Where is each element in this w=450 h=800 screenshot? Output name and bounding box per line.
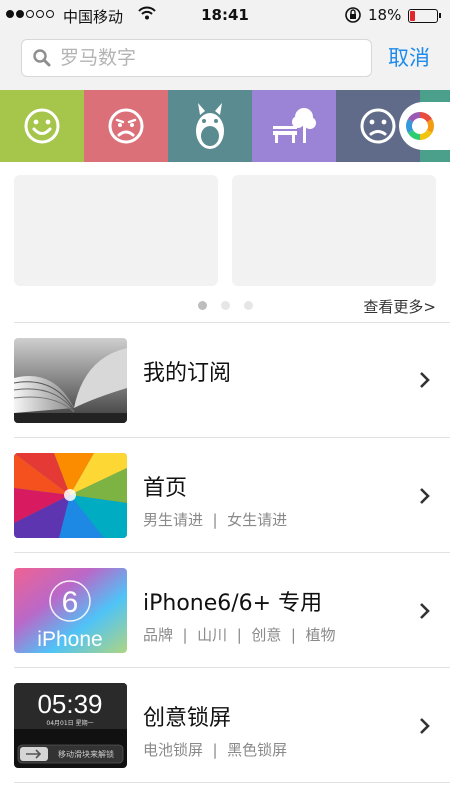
smiley-icon (24, 108, 60, 144)
list-item-subscriptions[interactable]: 我的订阅 (0, 323, 450, 438)
tag[interactable]: 黑色锁屏 (227, 741, 287, 759)
thumb-number: 6 (62, 586, 79, 619)
list-item-title: 创意锁屏 (143, 706, 232, 731)
tag[interactable]: 创意 (251, 626, 281, 644)
page-dot (221, 301, 230, 310)
search-box[interactable] (21, 39, 372, 77)
category-park[interactable] (252, 90, 336, 162)
list-item-tags: 男生请进 | 女生请进 (143, 511, 288, 529)
iphone6-thumbnail: 6 iPhone (14, 568, 127, 653)
color-filter-button[interactable] (399, 102, 450, 150)
frown-face-icon (360, 108, 396, 144)
chevron-right-icon (420, 603, 430, 619)
search-bar: 取消 (0, 32, 450, 90)
category-totoro[interactable] (168, 90, 252, 162)
list-item-home[interactable]: 首页 男生请进 | 女生请进 (0, 438, 450, 553)
park-bench-tree-icon (273, 108, 316, 143)
list-item-title: 我的订阅 (143, 361, 232, 386)
page-dot (198, 301, 207, 310)
lockscreen-thumbnail: 05:39 04月01日 星期一 移动滑块来解锁 (14, 683, 127, 768)
tag[interactable]: 女生请进 (227, 511, 287, 529)
battery-icon (408, 9, 441, 23)
sad-face-icon (108, 108, 144, 144)
divider (14, 782, 450, 783)
color-wheel-icon (406, 112, 434, 140)
color-swirl-thumbnail (14, 453, 127, 538)
tag[interactable]: 植物 (305, 626, 335, 644)
thumb-date: 04月01日 星期一 (46, 719, 93, 727)
battery-percent: 18% (368, 6, 402, 24)
status-bar: 中国移动 18:41 18% (0, 0, 450, 32)
list-item-tags: 品牌 | 山川 | 创意 | 植物 (143, 626, 336, 644)
list-item-title: iPhone6/6+ 专用 (143, 591, 323, 616)
totoro-icon (196, 103, 224, 149)
list-item-creative-lockscreen[interactable]: 05:39 04月01日 星期一 移动滑块来解锁 创意锁屏 电池锁屏 | 黑色锁… (0, 668, 450, 783)
chevron-right-icon (420, 718, 430, 734)
banner-card-2[interactable] (232, 175, 436, 286)
see-more-link[interactable]: 查看更多> (363, 296, 436, 317)
search-input[interactable] (60, 40, 360, 76)
cancel-button[interactable]: 取消 (388, 42, 430, 72)
list-item-tags: 电池锁屏 | 黑色锁屏 (143, 741, 288, 759)
search-icon (32, 48, 52, 68)
category-sad[interactable] (84, 90, 168, 162)
chevron-right-icon (420, 488, 430, 504)
thumb-time: 05:39 (37, 689, 102, 719)
page-dot (244, 301, 253, 310)
tag[interactable]: 男生请进 (143, 511, 203, 529)
thumb-text: iPhone (37, 628, 102, 651)
banner-card-1[interactable] (14, 175, 218, 286)
open-book-thumbnail (14, 338, 127, 423)
carousel-page-indicator (198, 301, 253, 310)
rotation-lock-icon (344, 6, 362, 28)
category-smiley[interactable] (0, 90, 84, 162)
list-item-iphone6[interactable]: 6 iPhone iPhone6/6+ 专用 品牌 | 山川 | 创意 | 植物 (0, 553, 450, 668)
thumb-slide-text: 移动滑块来解锁 (58, 749, 114, 759)
tag[interactable]: 品牌 (143, 626, 173, 644)
category-strip (0, 90, 450, 162)
chevron-right-icon (420, 372, 430, 388)
tag[interactable]: 电池锁屏 (143, 741, 203, 759)
tag[interactable]: 山川 (197, 626, 227, 644)
list-item-title: 首页 (143, 476, 188, 501)
